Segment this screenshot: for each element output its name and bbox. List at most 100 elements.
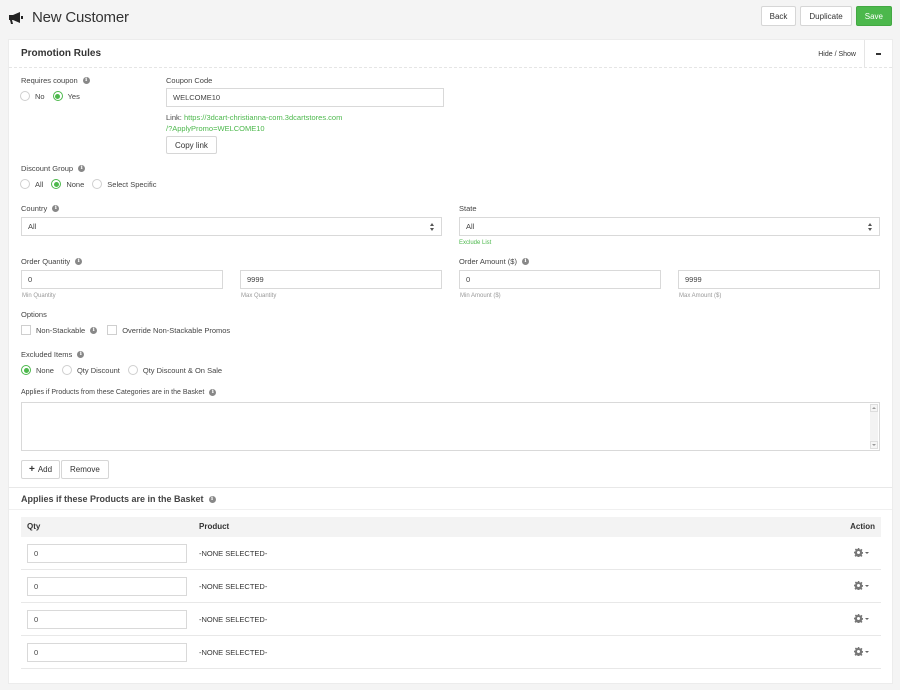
country-label: Country i — [21, 204, 60, 213]
card-title: Promotion Rules — [21, 48, 102, 59]
coupon-url-line1[interactable]: https://3dcart-christianna-com.3dcartsto… — [184, 113, 342, 122]
caret-down-icon — [865, 551, 869, 554]
categories-label: Applies if Products from these Categorie… — [21, 389, 217, 396]
products-section-title: Applies if these Products are in the Bas… — [21, 494, 216, 504]
categories-listbox[interactable] — [21, 402, 880, 451]
header-actions: Back Duplicate Save — [760, 6, 892, 26]
coupon-code-label: Coupon Code — [166, 76, 213, 85]
page-title: New Customer — [8, 9, 129, 26]
card-header: Promotion Rules Hide / Show — [9, 40, 892, 68]
checkbox[interactable] — [107, 325, 118, 335]
qty-input[interactable]: 0 — [27, 643, 187, 662]
max-quantity-input[interactable]: 9999 — [240, 270, 442, 289]
copy-link-button[interactable]: Copy link — [166, 136, 217, 154]
info-icon[interactable]: i — [82, 77, 90, 84]
order-amount-label: Order Amount ($) i — [459, 257, 529, 266]
min-amount-input[interactable]: 0 — [459, 270, 661, 289]
megaphone-icon — [9, 11, 23, 24]
caret-down-icon — [865, 650, 869, 653]
add-category-button[interactable]: + Add — [21, 460, 61, 479]
radio-button[interactable] — [127, 365, 138, 375]
excluded-items-label: Excluded Items i — [21, 350, 85, 359]
qty-input[interactable]: 0 — [27, 544, 187, 563]
radio-requires-coupon-yes[interactable]: Yes — [52, 91, 80, 101]
product-name: -NONE SELECTED- — [199, 615, 268, 624]
save-button[interactable]: Save — [855, 6, 892, 26]
info-icon[interactable]: i — [52, 205, 60, 212]
action-menu[interactable] — [854, 614, 869, 623]
max-amount-input[interactable]: 9999 — [678, 270, 880, 289]
info-icon[interactable]: i — [209, 389, 217, 396]
radio-button[interactable] — [20, 179, 30, 189]
collapse-button[interactable] — [864, 40, 892, 68]
state-label: State — [459, 204, 477, 213]
coupon-url-line2[interactable]: /?ApplyPromo=WELCOME10 — [166, 124, 265, 133]
minus-icon — [876, 53, 881, 55]
table-row: 0 -NONE SELECTED- — [21, 636, 881, 669]
gear-icon — [854, 548, 863, 557]
max-quantity-hint: Max Quantity — [241, 293, 277, 299]
radio-discount-none[interactable]: None — [51, 179, 84, 189]
back-button[interactable]: Back — [760, 6, 797, 26]
radio-discount-select-specific[interactable]: Select Specific — [92, 179, 156, 189]
radio-button-checked[interactable] — [52, 91, 63, 101]
radio-button[interactable] — [61, 365, 72, 375]
excluded-items-radios: None Qty Discount Qty Discount & On Sale — [21, 365, 230, 375]
options-label: Options — [21, 310, 47, 319]
info-icon[interactable]: i — [90, 326, 98, 334]
radio-button-checked[interactable] — [21, 365, 31, 375]
radio-button-checked[interactable] — [51, 179, 62, 189]
qty-input[interactable]: 0 — [27, 577, 187, 596]
select-arrows-icon — [868, 223, 873, 231]
page-title-text: New Customer — [32, 9, 129, 26]
requires-coupon-label: Requires coupon i — [21, 76, 90, 85]
coupon-link: Link: https://3dcart-christianna-com.3dc… — [166, 113, 343, 133]
action-menu[interactable] — [854, 581, 869, 590]
info-icon[interactable]: i — [208, 495, 216, 503]
radio-excluded-qty-discount-on-sale[interactable]: Qty Discount & On Sale — [127, 365, 222, 375]
duplicate-button[interactable]: Duplicate — [800, 6, 852, 26]
min-quantity-hint: Min Quantity — [22, 293, 56, 299]
state-select[interactable]: All — [459, 217, 880, 236]
info-icon[interactable]: i — [78, 165, 86, 172]
min-quantity-input[interactable]: 0 — [21, 270, 223, 289]
info-icon[interactable]: i — [75, 258, 83, 265]
column-qty: Qty — [27, 522, 41, 531]
section-divider — [9, 509, 892, 510]
max-amount-hint: Max Amount ($) — [679, 293, 722, 299]
coupon-code-input[interactable]: WELCOME10 — [166, 88, 444, 107]
action-menu[interactable] — [854, 647, 869, 656]
table-row: 0 -NONE SELECTED- — [21, 570, 881, 603]
checkbox[interactable] — [21, 325, 31, 335]
radio-excluded-none[interactable]: None — [21, 365, 54, 375]
radio-excluded-qty-discount[interactable]: Qty Discount — [61, 365, 120, 375]
remove-category-button[interactable]: Remove — [61, 460, 109, 479]
radio-button[interactable] — [20, 91, 30, 101]
scroll-down-icon[interactable] — [870, 441, 878, 449]
section-divider — [9, 487, 892, 488]
action-menu[interactable] — [854, 548, 869, 557]
radio-button[interactable] — [92, 179, 103, 189]
min-amount-hint: Min Amount ($) — [460, 293, 501, 299]
product-name: -NONE SELECTED- — [199, 648, 268, 657]
hide-show-link[interactable]: Hide / Show — [818, 51, 856, 58]
radio-discount-all[interactable]: All — [20, 179, 43, 189]
products-table-header: Qty Product Action — [21, 517, 881, 537]
scroll-up-icon[interactable] — [870, 404, 878, 412]
info-icon[interactable]: i — [77, 351, 85, 358]
checkbox-override-non-stackable[interactable]: Override Non-Stackable Promos — [107, 325, 230, 335]
table-row: 0 -NONE SELECTED- — [21, 537, 881, 570]
product-name: -NONE SELECTED- — [199, 549, 268, 558]
exclude-list-link[interactable]: Exclude List — [459, 240, 491, 246]
caret-down-icon — [865, 584, 869, 587]
plus-icon: + — [29, 464, 35, 475]
discount-group-radios: All None Select Specific — [20, 179, 164, 189]
country-select[interactable]: All — [21, 217, 442, 236]
promotion-rules-card: Promotion Rules Hide / Show Requires cou… — [8, 39, 893, 684]
scrollbar[interactable] — [870, 404, 878, 449]
info-icon[interactable]: i — [521, 258, 529, 265]
radio-requires-coupon-no[interactable]: No — [20, 91, 45, 101]
checkbox-non-stackable[interactable]: Non-Stackable i — [21, 325, 98, 335]
order-quantity-label: Order Quantity i — [21, 257, 83, 266]
qty-input[interactable]: 0 — [27, 610, 187, 629]
